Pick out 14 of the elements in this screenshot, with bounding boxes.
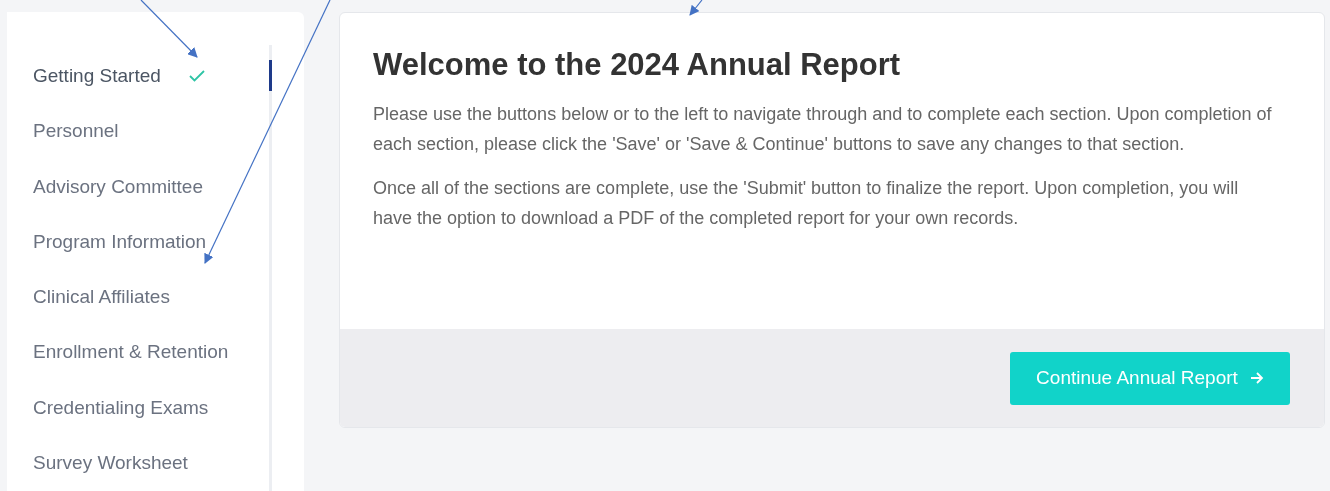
nav-link[interactable]: Enrollment & Retention <box>33 336 229 369</box>
nav-link[interactable]: Getting Started <box>33 60 161 92</box>
nav-link[interactable]: Program Information <box>33 225 207 258</box>
nav-link[interactable]: Advisory Committee <box>33 170 203 203</box>
nav-link[interactable]: Clinical Affiliates <box>33 281 170 313</box>
annotation-arrow <box>140 0 198 58</box>
nav-link[interactable]: Credentialing Exams <box>33 391 209 424</box>
page-title: Welcome to the 2024 Annual Report <box>373 46 902 84</box>
intro-paragraph: Please use the buttons below or to the left to navigate through and to complete each section. Upon completion of each section, please click the 'Save' or 'Save & Continue' buttons to save any changes to that section. <box>373 103 1273 156</box>
nav-link[interactable]: Survey Worksheet <box>33 446 188 479</box>
nav-link[interactable]: Personnel <box>33 115 119 148</box>
annotation-arrow <box>689 0 703 16</box>
arrow-right-icon <box>1249 371 1264 385</box>
intro-paragraph: Once all of the sections are complete, use the 'Submit' button to finalize the report. Upon completion, you will have the option to download a PDF of the completed report for your own records. <box>373 177 1240 230</box>
